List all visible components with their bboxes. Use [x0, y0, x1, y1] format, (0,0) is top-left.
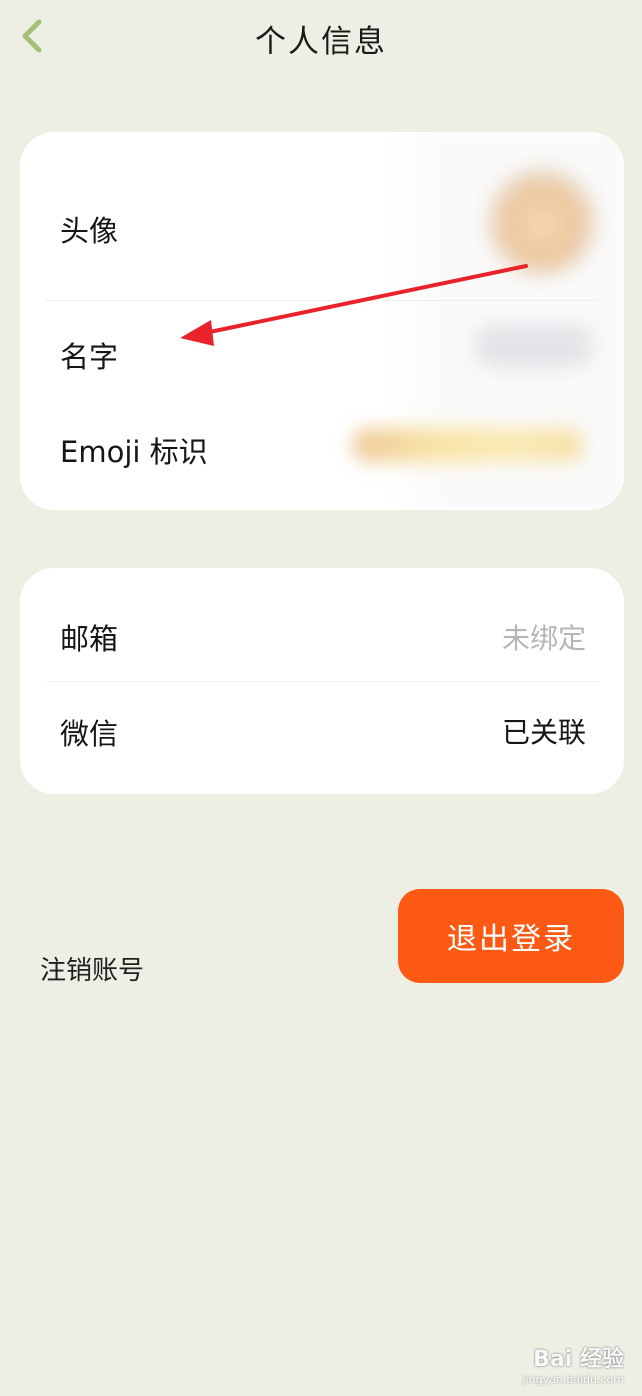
wechat-row[interactable]: 微信 已关联: [20, 682, 624, 794]
watermark-url: jingyan.baidu.com: [522, 1373, 624, 1386]
logout-button[interactable]: 退出登录: [398, 889, 624, 983]
profile-card: 头像 名字 Emoji 标识: [20, 132, 624, 510]
watermark: Bai 经验 jingyan.baidu.com: [522, 1341, 624, 1386]
personal-info-page: 个人信息 头像 名字 Emoji 标识 邮箱 未绑定 微信 已关联 注销账号 退…: [0, 0, 642, 1396]
emoji-value: [352, 428, 584, 462]
wechat-status: 已关联: [501, 716, 586, 749]
name-label: 名字: [60, 340, 119, 374]
avatar-row[interactable]: 头像: [20, 132, 624, 300]
emoji-label: Emoji 标识: [60, 435, 208, 469]
wechat-label: 微信: [60, 717, 119, 751]
account-binding-card: 邮箱 未绑定 微信 已关联: [20, 568, 624, 794]
cancel-account-link[interactable]: 注销账号: [40, 950, 144, 987]
name-value: [474, 324, 594, 368]
avatar-label: 头像: [60, 214, 119, 248]
email-label: 邮箱: [60, 622, 119, 656]
avatar[interactable]: [488, 168, 596, 276]
watermark-logo: Bai 经验: [533, 1347, 624, 1372]
email-status: 未绑定: [501, 622, 586, 655]
page-title: 个人信息: [255, 24, 387, 60]
email-row[interactable]: 邮箱 未绑定: [20, 568, 624, 681]
